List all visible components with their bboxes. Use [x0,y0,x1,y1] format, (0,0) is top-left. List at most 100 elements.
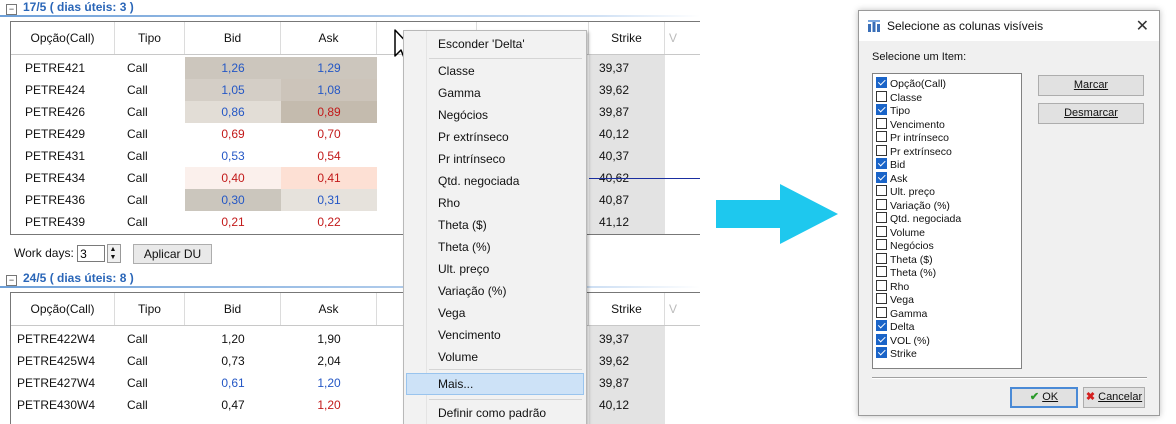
column-header[interactable]: Ask [281,293,377,325]
checkbox[interactable] [876,225,887,237]
menu-item-column[interactable]: Negócios [438,104,488,126]
menu-item-column[interactable]: Volume [438,346,478,368]
column-checklist-item[interactable]: Volume [876,225,925,240]
column-checklist-item[interactable]: Ult. preço [876,185,935,199]
mark-button[interactable]: Marcar [1038,75,1144,96]
checkbox[interactable] [876,104,887,115]
checkbox[interactable] [876,279,887,291]
checkbox[interactable] [876,252,887,264]
collapse-toggle-icon[interactable]: − [6,275,17,286]
table-row[interactable]: PETRE424 Call 1,05 1,08 39,62 [11,79,700,101]
spin-up-icon[interactable]: ▲ [109,246,116,253]
work-days-spinner[interactable]: ▲ ▼ [107,244,122,264]
column-checklist-item[interactable]: Ask [876,171,908,186]
strike-cell: 39,37 [599,61,630,75]
checkbox[interactable] [876,185,887,196]
table-row[interactable]: PETRE429 Call 0,69 0,70 40,12 [11,123,700,145]
column-checklist-item[interactable]: Vega [876,293,914,307]
column-header[interactable]: Strike [589,22,665,54]
checkbox[interactable] [876,117,887,129]
menu-item-column[interactable]: Rho [438,192,460,214]
checkbox[interactable] [876,320,887,331]
column-checklist-item[interactable]: Strike [876,347,917,361]
checkbox[interactable] [876,198,887,210]
menu-item-more[interactable]: Mais... [438,373,473,395]
table-row[interactable]: PETRE427W4 Call 0,61 1,20 39,87 [11,372,700,394]
table-row[interactable]: PETRE439 Call 0,21 0,22 41,12 [11,211,700,233]
menu-item-column[interactable]: Qtd. negociada [438,170,519,192]
column-checklist-item[interactable]: Rho [876,279,909,294]
column-checklist-item[interactable]: VOL (%) [876,333,930,348]
apply-du-button[interactable]: Aplicar DU [132,243,213,264]
close-icon[interactable]: ✕ [1136,16,1149,36]
column-checklist-item[interactable]: Delta [876,320,915,334]
column-header[interactable]: Tipo [115,293,185,325]
column-checklist-item[interactable]: Theta ($) [876,252,933,267]
menu-item-column[interactable]: Classe [438,60,475,82]
checkbox[interactable] [876,239,887,250]
menu-item-column[interactable]: Theta (%) [438,236,491,258]
table-row[interactable]: PETRE430W4 Call 0,47 1,20 40,12 [11,394,700,416]
column-checklist-item[interactable]: Bid [876,158,905,172]
table-row[interactable]: PETRE426 Call 0,86 0,89 39,87 [11,101,700,123]
unmark-button[interactable]: Desmarcar [1038,103,1144,124]
column-checklist-item[interactable]: Opção(Call) [876,77,946,91]
checkbox[interactable] [876,333,887,345]
menu-item-set-default[interactable]: Definir como padrão [438,402,546,424]
menu-item-column[interactable]: Gamma [438,82,481,104]
column-header[interactable]: Opção(Call) [11,22,115,54]
table-row[interactable]: PETRE425W4 Call 0,73 2,04 39,62 [11,350,700,372]
checkbox[interactable] [876,347,887,358]
checkbox[interactable] [876,171,887,183]
column-checklist-item[interactable]: Pr extrínseco [876,144,952,159]
group-header-2[interactable]: −24/5 ( dias úteis: 8 ) [0,271,700,286]
unmark-button-label: Desmarcar [1064,107,1118,119]
ok-button[interactable]: ✔ OK [1010,387,1078,408]
column-checklist-item[interactable]: Theta (%) [876,266,936,280]
column-checklist-item[interactable]: Variação (%) [876,198,950,213]
column-header[interactable]: Tipo [115,22,185,54]
checkbox[interactable] [876,90,887,102]
work-days-input[interactable] [77,245,106,263]
menu-item-column[interactable]: Vega [438,302,465,324]
column-checklist-item[interactable]: Classe [876,90,922,105]
spin-down-icon[interactable]: ▼ [109,254,116,261]
group-header-1[interactable]: −17/5 ( dias úteis: 3 ) [0,0,700,15]
checkbox[interactable] [876,293,887,304]
menu-item-column[interactable]: Theta ($) [438,214,487,236]
cancel-button[interactable]: ✖ Cancelar [1083,387,1145,408]
checkbox[interactable] [876,266,887,277]
column-checklist-item[interactable]: Qtd. negociada [876,212,961,226]
column-header[interactable]: Bid [185,22,281,54]
checkbox[interactable] [876,306,887,318]
table-row[interactable]: PETRE422W4 Call 1,20 1,90 39,37 [11,328,700,350]
column-checklist-item[interactable]: Vencimento [876,117,945,132]
column-checklist-item[interactable]: Pr intrínseco [876,131,949,145]
menu-item-column[interactable]: Variação (%) [438,280,506,302]
table-row[interactable]: PETRE431 Call 0,53 0,54 40,37 [11,145,700,167]
table-row[interactable]: PETRE421 Call 1,26 1,29 39,37 [11,57,700,79]
menu-item-hide-column[interactable]: Esconder 'Delta' [438,33,525,55]
checkbox[interactable] [876,77,887,88]
checkbox[interactable] [876,131,887,142]
columns-checklist[interactable]: Opção(Call) Classe Tipo Vencimento Pr intrín… [872,73,1022,369]
column-header[interactable]: Ask [281,22,377,54]
column-header[interactable]: V [665,293,700,325]
menu-item-column[interactable]: Vencimento [438,324,501,346]
column-header[interactable]: Strike [589,293,665,325]
checkbox[interactable] [876,212,887,223]
checkbox[interactable] [876,158,887,169]
table-row[interactable]: PETRE436 Call 0,30 0,31 40,87 [11,189,700,211]
column-header[interactable]: V [665,22,700,54]
menu-item-column[interactable]: Pr intrínseco [438,148,505,170]
column-header[interactable]: Bid [185,293,281,325]
menu-item-column[interactable]: Pr extrínseco [438,126,509,148]
column-checklist-item[interactable]: Tipo [876,104,910,118]
checkbox[interactable] [876,144,887,156]
collapse-toggle-icon[interactable]: − [6,4,17,15]
menu-item-column[interactable]: Ult. preço [438,258,489,280]
column-header[interactable]: Opção(Call) [11,293,115,325]
column-checklist-item[interactable]: Negócios [876,239,934,253]
column-checklist-item[interactable]: Gamma [876,306,927,321]
checklist-item-label: Strike [890,348,917,360]
